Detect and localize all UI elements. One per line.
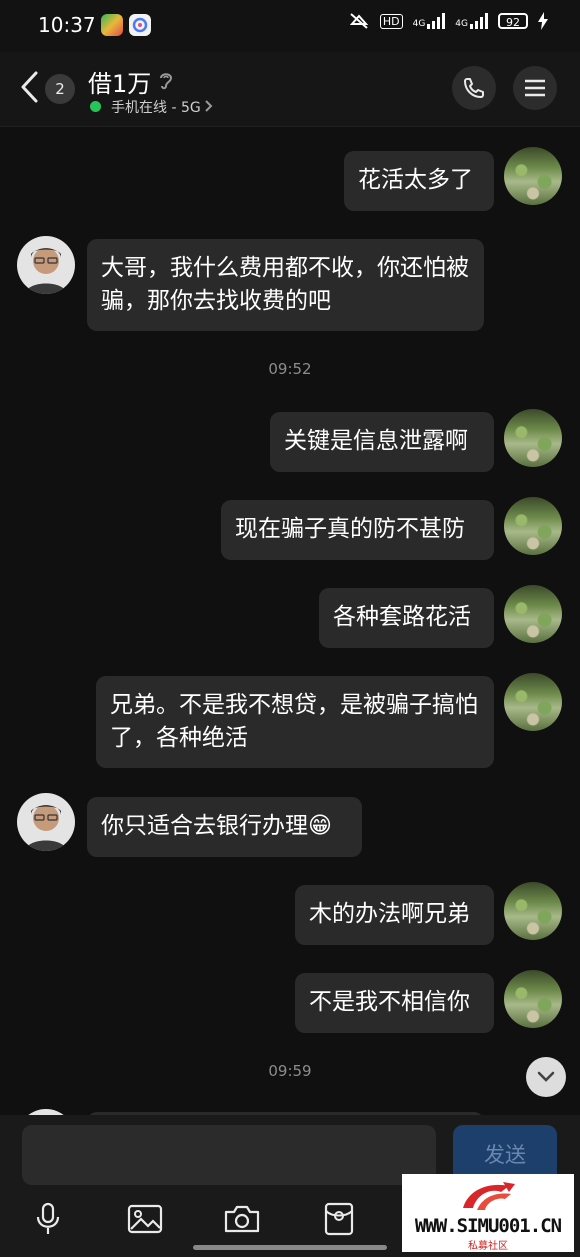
back-icon[interactable] [18,70,42,104]
battery-icon: 92 [498,13,528,29]
message-bubble-outgoing[interactable]: 各种套路花活 [319,588,494,648]
contact-name[interactable]: 借1万 [88,64,151,99]
contact-avatar[interactable] [17,236,75,294]
app-notification-icon [129,14,151,36]
my-avatar[interactable] [504,585,562,643]
chevron-right-icon[interactable] [204,99,214,113]
my-avatar[interactable] [504,882,562,940]
my-avatar[interactable] [504,147,562,205]
message-bubble-outgoing[interactable]: 花活太多了 [344,151,494,211]
vibrate-mute-icon [349,13,369,29]
message-bubble-incoming[interactable]: 大哥，我什么费用都不收，你还怕被骗，那你去找收费的吧 [87,239,484,331]
home-indicator[interactable] [193,1245,387,1250]
status-time: 10:37 [38,13,96,37]
camera-icon [224,1205,260,1233]
my-avatar[interactable] [504,409,562,467]
watermark-subtitle: 私募社区 [468,1241,508,1252]
hd-icon: HD [379,13,403,29]
message-bubble-outgoing[interactable]: 关键是信息泄露啊 [270,412,494,472]
chevron-down-icon [537,1071,555,1082]
voice-input-button[interactable] [28,1199,68,1239]
image-icon [127,1204,163,1234]
my-avatar[interactable] [504,970,562,1028]
message-bubble-outgoing[interactable]: 木的办法啊兄弟 [295,885,494,945]
message-bubble-incoming[interactable]: 你只适合去银行办理😁 [87,797,362,857]
hamburger-menu-icon [525,79,545,97]
unread-count-badge[interactable]: 2 [45,74,75,104]
timestamp-divider: 09:52 [268,360,312,378]
microphone-icon [36,1202,60,1234]
scroll-to-bottom-button[interactable] [526,1057,566,1097]
charging-icon [538,12,548,30]
watermark: WWW.SIMU001.CN 私募社区 [402,1174,574,1252]
red-packet-icon [324,1202,354,1236]
image-picker-button[interactable] [125,1199,165,1239]
camera-button[interactable] [222,1199,262,1239]
menu-button[interactable] [513,66,557,110]
watermark-logo-icon [463,1182,515,1210]
online-status-dot [90,101,101,112]
signal-icon: 4G [455,13,488,29]
my-avatar[interactable] [504,673,562,731]
message-input[interactable] [22,1125,436,1185]
message-bubble-outgoing[interactable]: 现在骗子真的防不甚防 [221,500,494,560]
signal-icon: 4G [413,13,446,29]
phone-icon [464,78,484,98]
message-bubble-outgoing[interactable]: 不是我不相信你 [295,973,494,1033]
red-packet-button[interactable] [319,1199,359,1239]
voice-call-button[interactable] [452,66,496,110]
ear-icon [160,73,173,90]
my-avatar[interactable] [504,497,562,555]
watermark-url: WWW.SIMU001.CN [414,1215,562,1237]
status-bar: 10:37 HD 4G 4G 92 [0,0,580,52]
message-list[interactable]: 花活太多了 大哥，我什么费用都不收，你还怕被骗，那你去找收费的吧 09:52 关… [0,127,580,1115]
chat-header: 2 借1万 手机在线 - 5G [0,52,580,127]
online-status-text[interactable]: 手机在线 - 5G [111,97,201,117]
timestamp-divider: 09:59 [268,1062,312,1080]
app-notification-icon [101,14,123,36]
contact-avatar[interactable] [17,793,75,851]
message-bubble-outgoing[interactable]: 兄弟。不是我不想贷，是被骗子搞怕了，各种绝活 [96,676,494,768]
